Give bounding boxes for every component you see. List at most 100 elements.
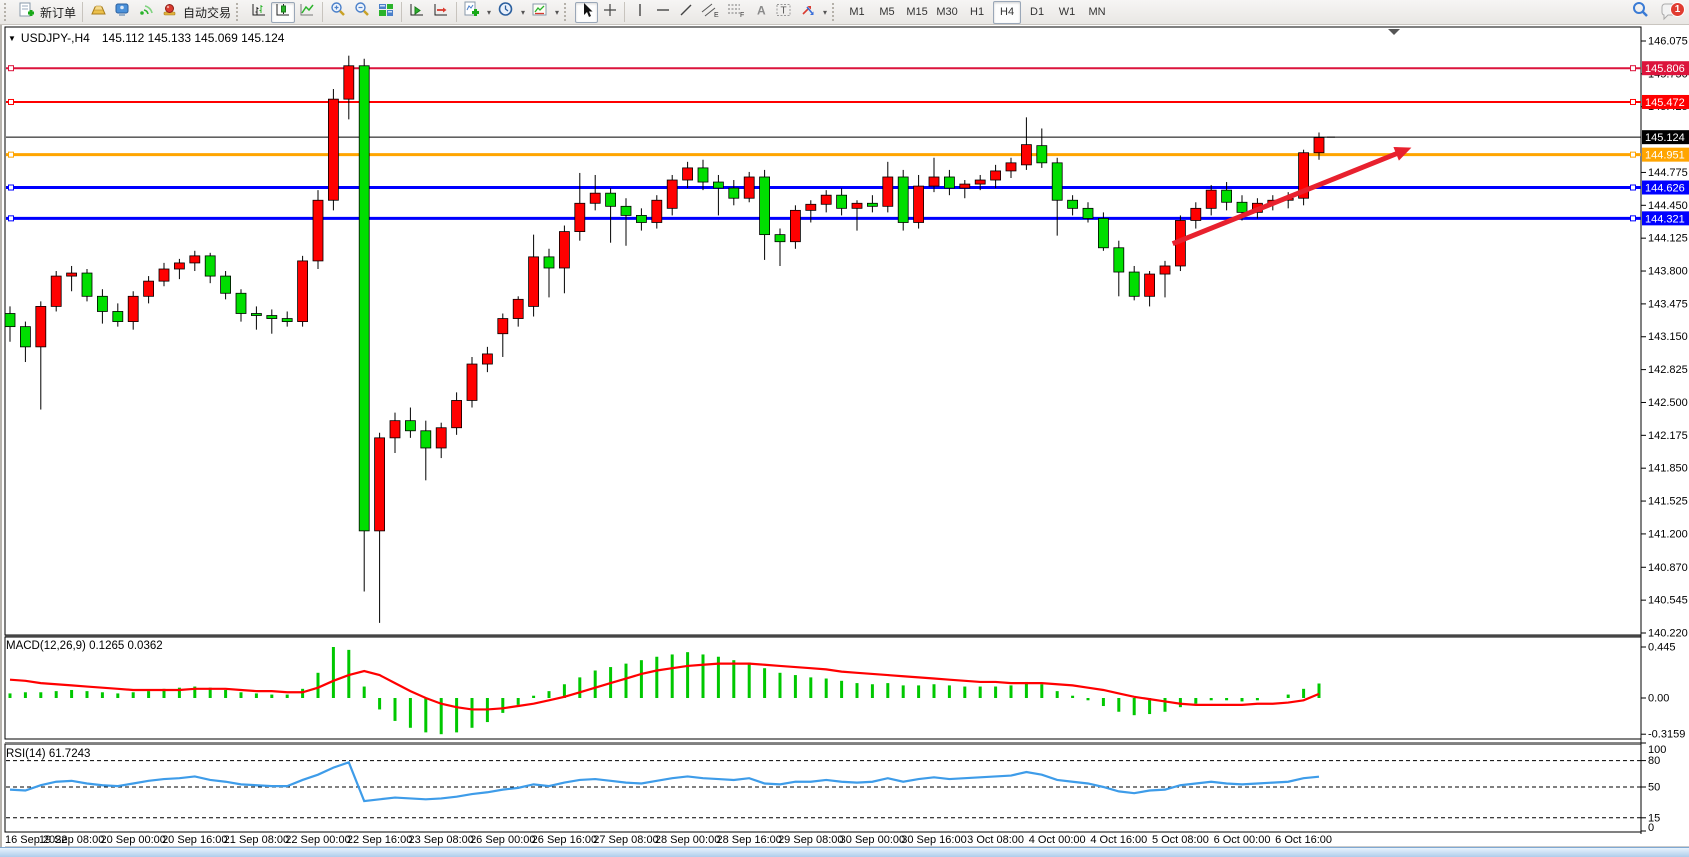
chat-button[interactable]: 1 — [1659, 2, 1683, 24]
candle — [1206, 190, 1216, 208]
text-icon: A — [753, 2, 769, 23]
hline-handle[interactable] — [9, 185, 14, 190]
hline-handle[interactable] — [1631, 99, 1636, 104]
new-order-button[interactable]: 新订单 — [15, 2, 79, 23]
date-label: 4 Oct 16:00 — [1090, 834, 1147, 846]
vertical-line-button[interactable] — [628, 2, 651, 23]
toolbar-grip[interactable] — [564, 3, 572, 21]
community-button[interactable] — [110, 2, 134, 23]
separator — [322, 2, 323, 22]
crosshair-icon — [602, 2, 618, 23]
hline-handle[interactable] — [9, 66, 14, 71]
timeframe-M5[interactable]: M5 — [873, 1, 901, 24]
hline-handle[interactable] — [1631, 216, 1636, 221]
candle — [806, 204, 816, 210]
hline-handle[interactable] — [1631, 152, 1636, 157]
chart-canvas[interactable]: 146.075145.750145.425144.775144.450144.1… — [2, 25, 1689, 848]
price-badge-label: 144.626 — [1645, 183, 1685, 195]
text-button[interactable]: A — [749, 2, 772, 23]
zoom-in-button[interactable] — [326, 2, 350, 23]
date-label: 4 Oct 00:00 — [1029, 834, 1086, 846]
fibonacci-button[interactable]: F — [723, 2, 749, 23]
timeframe-MN[interactable]: MN — [1083, 1, 1111, 24]
candle — [221, 276, 231, 293]
cursor-button[interactable] — [575, 2, 598, 23]
candle — [282, 319, 292, 322]
date-label: 5 Oct 08:00 — [1152, 834, 1209, 846]
timeframe-D1[interactable]: D1 — [1023, 1, 1051, 24]
auto-scroll-button[interactable] — [405, 2, 429, 23]
candle — [698, 168, 708, 182]
timeframe-W1[interactable]: W1 — [1053, 1, 1081, 24]
indicators-icon — [463, 1, 481, 23]
rsi-indicator-label: RSI(14) 61.7243 — [6, 748, 90, 760]
signals-button[interactable] — [134, 2, 158, 23]
text-label-button[interactable]: T — [772, 2, 796, 23]
toolbar-grip[interactable] — [832, 3, 840, 21]
toolbar-grip[interactable] — [236, 3, 244, 21]
candle — [975, 180, 985, 184]
zoom-out-button[interactable] — [350, 2, 374, 23]
date-label: 26 Sep 16:00 — [532, 834, 597, 846]
hline-handle[interactable] — [9, 152, 14, 157]
templates-button[interactable] — [528, 2, 552, 23]
hline-handle[interactable] — [9, 99, 14, 104]
macd-tick-label: 0.00 — [1648, 693, 1669, 705]
timeframe-M30[interactable]: M30 — [933, 1, 961, 24]
window-menu-icon[interactable]: ▼ — [8, 34, 16, 43]
tile-windows-icon — [377, 2, 395, 23]
candle — [1114, 248, 1124, 272]
auto-trading-button[interactable]: 自动交易 — [158, 2, 234, 23]
candle — [421, 431, 431, 448]
macd-tick-label: 0.445 — [1648, 642, 1676, 654]
timeframe-M15[interactable]: M15 — [903, 1, 931, 24]
candle — [883, 177, 893, 206]
candle — [344, 66, 354, 99]
indicators-button[interactable] — [460, 2, 484, 23]
auto-trading-icon — [161, 2, 179, 23]
periods-button[interactable] — [494, 2, 518, 23]
date-label: 28 Sep 16:00 — [716, 834, 781, 846]
timeframe-H4[interactable]: H4 — [993, 1, 1021, 24]
search-icon[interactable] — [1631, 0, 1651, 25]
hline-handle[interactable] — [1631, 66, 1636, 71]
templates-dropdown-caret[interactable]: ▾ — [552, 8, 562, 17]
candle — [775, 235, 785, 242]
candle — [82, 273, 92, 296]
chart-shift-icon — [432, 2, 450, 23]
trendline-button[interactable] — [674, 2, 697, 23]
hline-handle[interactable] — [1631, 185, 1636, 190]
price-tick-label: 143.150 — [1648, 331, 1688, 343]
candle — [1021, 145, 1031, 165]
chart-shift-button[interactable] — [429, 2, 453, 23]
candle — [1160, 266, 1170, 274]
timeframe-M1[interactable]: M1 — [843, 1, 871, 24]
chart-window[interactable]: 146.075145.750145.425144.775144.450144.1… — [0, 25, 1689, 848]
indicators-dropdown-caret[interactable]: ▾ — [484, 8, 494, 17]
crosshair-button[interactable] — [598, 2, 621, 23]
candlestick-button[interactable] — [271, 2, 295, 23]
hline-handle[interactable] — [9, 216, 14, 221]
line-chart-button[interactable] — [295, 2, 319, 23]
deposit-button[interactable] — [86, 2, 110, 23]
equidistant-channel-button[interactable]: E — [697, 2, 723, 23]
price-tick-label: 141.200 — [1648, 528, 1688, 540]
candle — [313, 200, 323, 261]
arrows-dropdown-caret[interactable]: ▾ — [820, 8, 830, 17]
timeframe-H1[interactable]: H1 — [963, 1, 991, 24]
candle — [852, 203, 862, 208]
bar-chart-button[interactable] — [247, 2, 271, 23]
price-badge-label: 145.124 — [1645, 132, 1685, 144]
horizontal-line-button[interactable] — [651, 2, 674, 23]
candle — [944, 177, 954, 188]
toolbar-grip[interactable] — [4, 3, 12, 21]
arrows-tool-button[interactable] — [796, 2, 820, 23]
date-label: 21 Sep 08:00 — [224, 834, 289, 846]
date-label: 28 Sep 00:00 — [655, 834, 720, 846]
tile-windows-button[interactable] — [374, 2, 398, 23]
deposit-icon — [89, 2, 107, 23]
periods-dropdown-caret[interactable]: ▾ — [518, 8, 528, 17]
date-label: 30 Sep 16:00 — [901, 834, 966, 846]
svg-text:F: F — [740, 12, 744, 18]
periods-icon — [497, 1, 515, 23]
